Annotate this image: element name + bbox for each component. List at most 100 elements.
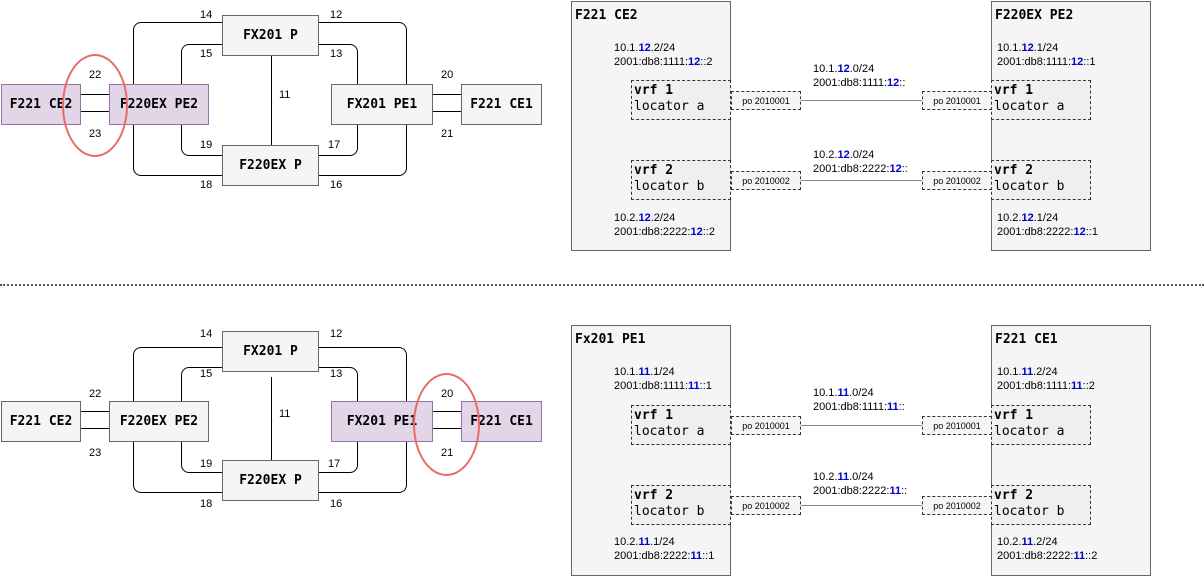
node-ce2: F221 CE2 bbox=[1, 401, 81, 442]
highlight-circle bbox=[413, 373, 480, 476]
device-left-title: Fx201 PE1 bbox=[575, 332, 646, 347]
link-label-16: 16 bbox=[330, 179, 343, 191]
link-label-22: 22 bbox=[89, 388, 102, 400]
device-right-title: F220EX PE2 bbox=[995, 8, 1074, 23]
section-separator bbox=[0, 284, 1204, 286]
subnet-id: 11 bbox=[638, 536, 651, 548]
node-fx201-p: FX201 P bbox=[222, 331, 319, 372]
link-label-12: 12 bbox=[330, 9, 343, 21]
vrf-name: vrf 2 bbox=[994, 163, 1034, 178]
link-label-19: 19 bbox=[200, 139, 213, 151]
subnet-id: 11 bbox=[889, 485, 902, 497]
vrf-name: vrf 2 bbox=[994, 488, 1034, 503]
link-label-23: 23 bbox=[89, 447, 102, 459]
vrf-locator: locator b bbox=[994, 179, 1065, 194]
net-v6-1: 2001:db8:1111:12:: bbox=[813, 77, 906, 89]
right-vrf-1: vrf 1 locator a bbox=[991, 405, 1091, 445]
link-label-11: 11 bbox=[279, 89, 291, 101]
right-addr-1: 10.1.12.1/24 2001:db8:1111:12::1 bbox=[997, 41, 1096, 69]
left-v6-2: 2001:db8:2222:12::2 bbox=[614, 226, 715, 238]
node-f220ex-p: F220EX P bbox=[222, 145, 319, 186]
left-vrf-2: vrf 2 locator b bbox=[631, 160, 731, 200]
vrf-name: vrf 1 bbox=[634, 83, 674, 98]
vrf-name: vrf 2 bbox=[634, 488, 674, 503]
vrf-locator: locator b bbox=[634, 504, 705, 519]
link-ce2-pe2-b bbox=[80, 428, 110, 429]
subnet-id: 12 bbox=[638, 42, 651, 54]
highlight-circle bbox=[62, 54, 128, 157]
left-v6-1: 2001:db8:1111:11::1 bbox=[614, 380, 712, 392]
device-right-title: F221 CE1 bbox=[995, 332, 1058, 347]
vrf-locator: locator a bbox=[634, 424, 705, 439]
subnet-id: 12 bbox=[690, 226, 703, 238]
subnet-id: 12 bbox=[1021, 42, 1034, 54]
subnet-id: 11 bbox=[638, 366, 651, 378]
link-label-17: 17 bbox=[328, 139, 341, 151]
subnet-id: 12 bbox=[688, 56, 701, 68]
node-fx201-p: FX201 P bbox=[222, 15, 319, 56]
link-label-21: 21 bbox=[441, 128, 454, 140]
left-po-1: po 2010001 bbox=[731, 91, 801, 110]
detail-top: F221 CE2 F220EX PE2 10.1.12.2/24 2001:db… bbox=[570, 0, 1151, 252]
right-addr-2: 10.2.12.1/24 2001:db8:2222:12::1 bbox=[997, 211, 1098, 239]
link-pe1-ce1-b bbox=[432, 111, 462, 112]
left-v6-1: 2001:db8:1111:12::2 bbox=[614, 56, 713, 68]
vrf-locator: locator a bbox=[994, 424, 1065, 439]
link-label-11: 11 bbox=[279, 408, 291, 420]
node-f220ex-p: F220EX P bbox=[222, 460, 319, 501]
left-addr-1: 10.1.12.2/24 2001:db8:1111:12::2 bbox=[614, 41, 713, 69]
right-po-1: po 2010001 bbox=[922, 91, 992, 110]
subnet-id: 11 bbox=[1021, 366, 1034, 378]
net-addr-2: 10.2.11.0/24 2001:db8:2222:11:: bbox=[813, 470, 907, 498]
link-label-13: 13 bbox=[330, 48, 343, 60]
net-v4-2: 10.2.12.0/24 bbox=[813, 149, 875, 161]
left-addr-2: 10.2.11.1/24 2001:db8:2222:11::1 bbox=[614, 535, 714, 563]
right-addr-1: 10.1.11.2/24 2001:db8:1111:11::2 bbox=[997, 365, 1095, 393]
right-v4-2: 10.2.12.1/24 bbox=[997, 212, 1059, 224]
node-pe1: FX201 PE1 bbox=[331, 84, 433, 125]
left-v4-1: 10.1.12.2/24 bbox=[614, 42, 676, 54]
net-v6-1: 2001:db8:1111:11:: bbox=[813, 401, 905, 413]
right-po-1: po 2010001 bbox=[922, 416, 992, 435]
right-v6-2: 2001:db8:2222:12::1 bbox=[997, 226, 1098, 238]
left-v6-2: 2001:db8:2222:11::1 bbox=[614, 550, 715, 562]
left-addr-2: 10.2.12.2/24 2001:db8:2222:12::2 bbox=[614, 211, 715, 239]
subnet-id: 12 bbox=[837, 63, 850, 75]
subnet-id: 11 bbox=[887, 401, 899, 413]
right-vrf-1: vrf 1 locator a bbox=[991, 80, 1091, 120]
topology-top: F221 CE2 F220EX PE2 FX201 P F220EX P FX2… bbox=[0, 0, 560, 200]
right-v6-1: 2001:db8:1111:11::2 bbox=[997, 380, 1095, 392]
node-ce1: F221 CE1 bbox=[461, 84, 542, 125]
subnet-id: 12 bbox=[638, 212, 651, 224]
topology-bottom: F221 CE2 F220EX PE2 FX201 P F220EX P FX2… bbox=[0, 325, 560, 525]
left-vrf-1: vrf 1 locator a bbox=[631, 80, 731, 120]
vrf-name: vrf 2 bbox=[634, 163, 674, 178]
link-label-13: 13 bbox=[330, 368, 343, 380]
net-v4-1: 10.1.12.0/24 bbox=[813, 63, 875, 75]
vrf-locator: locator b bbox=[634, 179, 705, 194]
left-vrf-2: vrf 2 locator b bbox=[631, 485, 731, 525]
right-v4-2: 10.2.11.2/24 bbox=[997, 536, 1058, 548]
subnet-id: 11 bbox=[1071, 380, 1083, 392]
vrf-name: vrf 1 bbox=[994, 408, 1034, 423]
subnet-id: 12 bbox=[1073, 226, 1086, 238]
link-label-15: 15 bbox=[200, 368, 213, 380]
subnet-id: 11 bbox=[837, 471, 850, 483]
left-po-1: po 2010001 bbox=[731, 416, 801, 435]
left-v4-2: 10.2.11.1/24 bbox=[614, 536, 675, 548]
subnet-id: 12 bbox=[1071, 56, 1084, 68]
net-v4-1: 10.1.11.0/24 bbox=[813, 387, 874, 399]
right-vrf-2: vrf 2 locator b bbox=[991, 160, 1091, 200]
net-addr-1: 10.1.11.0/24 2001:db8:1111:11:: bbox=[813, 386, 905, 414]
vrf2-link bbox=[801, 180, 923, 181]
subnet-id: 12 bbox=[837, 149, 850, 161]
link-label-17: 17 bbox=[328, 458, 341, 470]
link-ce2-pe2-a bbox=[80, 411, 110, 412]
right-po-2: po 2010002 bbox=[922, 171, 992, 190]
vrf2-link bbox=[801, 505, 923, 506]
link-label-18: 18 bbox=[200, 498, 213, 510]
link-11 bbox=[271, 55, 272, 150]
right-v6-1: 2001:db8:1111:12::1 bbox=[997, 56, 1096, 68]
left-po-2: po 2010002 bbox=[731, 171, 801, 190]
vrf-locator: locator a bbox=[634, 99, 705, 114]
